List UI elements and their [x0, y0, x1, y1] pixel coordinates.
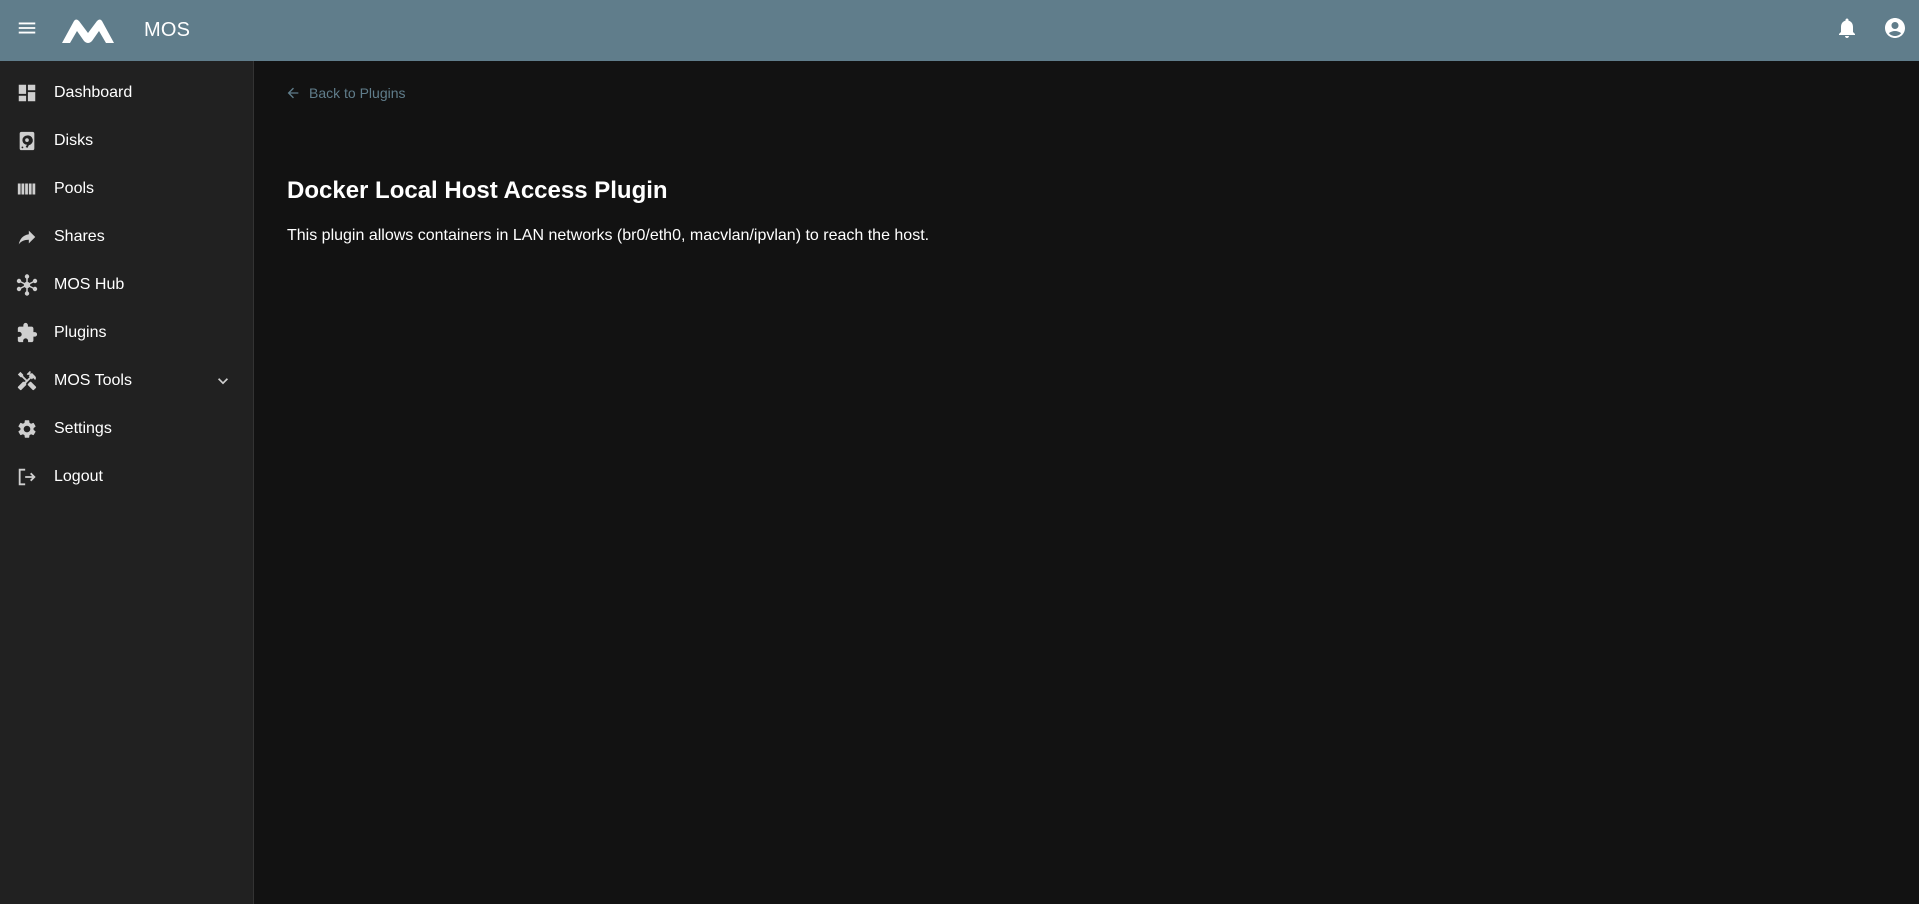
mos-logo[interactable] [62, 18, 114, 44]
sidebar-item-label: Dashboard [54, 84, 133, 101]
notifications-button[interactable] [1823, 7, 1871, 55]
sidebar-item-mos-hub[interactable]: MOS Hub [0, 261, 253, 309]
main-content: Back to Plugins Docker Local Host Access… [255, 61, 1919, 904]
arrow-left-icon [285, 85, 301, 101]
sidebar-item-disks[interactable]: Disks [0, 117, 253, 165]
back-link-label: Back to Plugins [309, 85, 406, 101]
sidebar-item-label: MOS Hub [54, 276, 125, 293]
sidebar: Dashboard Disks Pools Shares MOS Hub Plu… [0, 61, 254, 904]
sidebar-item-plugins[interactable]: Plugins [0, 309, 253, 357]
sidebar-item-dashboard[interactable]: Dashboard [0, 69, 253, 117]
sidebar-nav-list: Dashboard Disks Pools Shares MOS Hub Plu… [0, 61, 253, 501]
sidebar-item-logout[interactable]: Logout [0, 453, 253, 501]
sidebar-item-settings[interactable]: Settings [0, 405, 253, 453]
chevron-down-icon[interactable] [211, 369, 235, 393]
pools-icon [14, 176, 40, 202]
sidebar-item-label: Pools [54, 180, 95, 197]
share-icon [14, 224, 40, 250]
sidebar-item-label: Plugins [54, 324, 107, 341]
sidebar-item-label: Shares [54, 228, 105, 245]
account-circle-icon [1883, 16, 1907, 45]
sidebar-item-shares[interactable]: Shares [0, 213, 253, 261]
disk-icon [14, 128, 40, 154]
tools-icon [14, 368, 40, 394]
top-right-actions [1823, 0, 1919, 61]
app-title: MOS [144, 19, 191, 41]
puzzle-icon [14, 320, 40, 346]
sidebar-item-pools[interactable]: Pools [0, 165, 253, 213]
account-button[interactable] [1871, 7, 1919, 55]
menu-icon [16, 17, 38, 44]
sidebar-item-label: Settings [54, 420, 112, 437]
bell-icon [1835, 16, 1859, 45]
sidebar-item-label: Disks [54, 132, 94, 149]
menu-button[interactable] [0, 0, 54, 61]
logout-icon [14, 464, 40, 490]
plugin-description: This plugin allows containers in LAN net… [287, 227, 930, 244]
top-app-bar: MOS [0, 0, 1919, 61]
hub-icon [14, 272, 40, 298]
sidebar-item-label: Logout [54, 468, 103, 485]
dashboard-icon [14, 80, 40, 106]
gear-icon [14, 416, 40, 442]
back-to-plugins-link[interactable]: Back to Plugins [285, 85, 406, 101]
sidebar-item-label: MOS Tools [54, 372, 132, 389]
page-title: Docker Local Host Access Plugin [287, 177, 668, 204]
sidebar-item-mos-tools[interactable]: MOS Tools [0, 357, 253, 405]
